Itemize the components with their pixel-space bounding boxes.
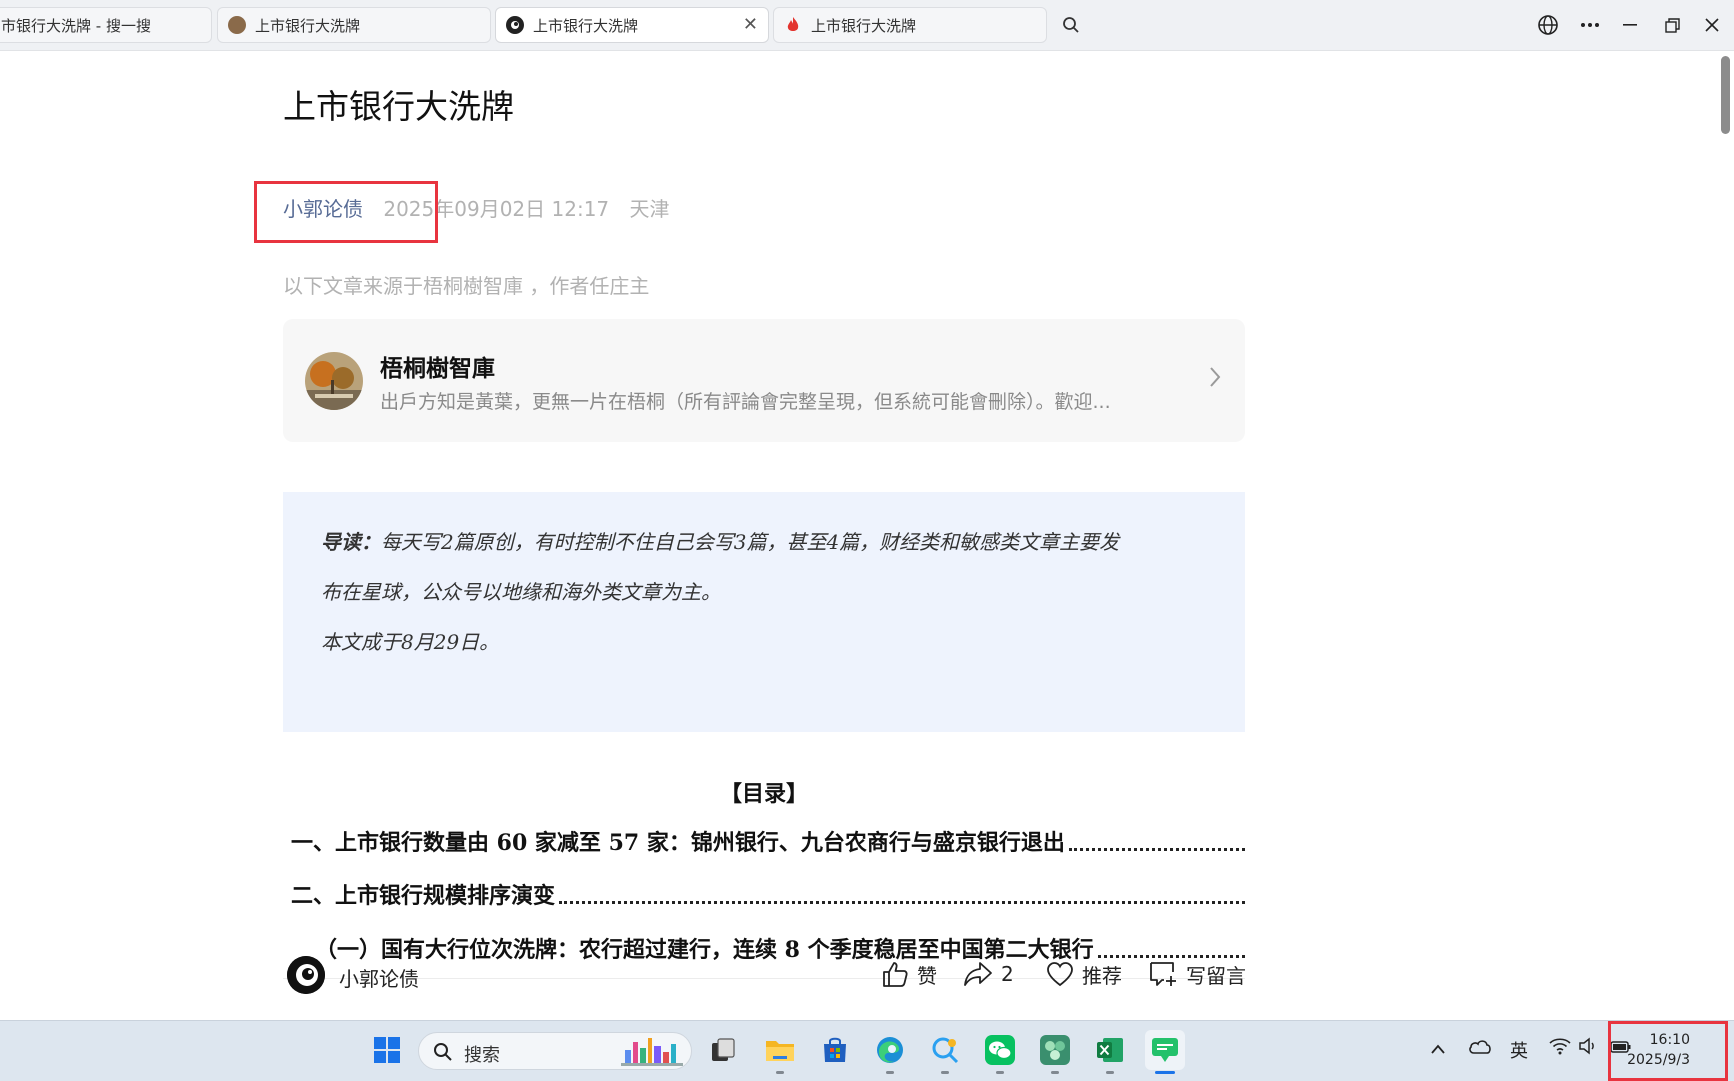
search-icon [1063, 17, 1079, 33]
running-indicator [886, 1071, 894, 1074]
taskbar-search[interactable]: 搜索 [418, 1032, 692, 1070]
more-options-icon[interactable] [1575, 10, 1605, 40]
like-label: 赞 [917, 963, 937, 988]
chevron-up-icon[interactable] [1430, 1039, 1446, 1060]
excel-icon[interactable] [1090, 1030, 1130, 1074]
app-hexagon-icon[interactable] [1035, 1030, 1075, 1074]
file-explorer-icon[interactable] [760, 1030, 800, 1074]
toc-item-text: 二、上市银行规模排序演变 [291, 883, 556, 909]
intro-line-3: 本文成于8月29日。 [321, 630, 500, 654]
tab-title: 市银行大洗牌 - 搜一搜 [1, 16, 151, 35]
share-button[interactable]: 2 [963, 957, 1014, 991]
running-indicator [776, 1071, 784, 1074]
running-indicator [1051, 1071, 1059, 1074]
account-favicon-icon [506, 16, 524, 34]
share-count: 2 [1001, 962, 1014, 986]
start-button[interactable] [367, 1030, 407, 1070]
page-scrollbar[interactable] [1716, 50, 1734, 1020]
active-indicator [1155, 1071, 1175, 1074]
task-view-icon[interactable] [703, 1030, 743, 1070]
footer-account-name[interactable]: 小郭论债 [339, 963, 419, 992]
wifi-icon[interactable] [1549, 1037, 1571, 1060]
comment-label: 写留言 [1186, 963, 1246, 988]
toc-item-text: 一、上市银行数量由 60 家减至 57 家：锦州银行、九台农商行与盛京银行退出 [291, 830, 1065, 856]
restore-button[interactable] [1657, 10, 1687, 40]
ime-indicator[interactable]: 英 [1510, 1037, 1528, 1063]
onedrive-cloud-icon[interactable] [1468, 1037, 1492, 1060]
city-skyline-icon [621, 1038, 683, 1066]
toc-item[interactable]: 二、上市银行规模排序演变 [291, 880, 1245, 910]
close-window-button[interactable] [1697, 10, 1727, 40]
account-card[interactable]: 梧桐樹智庫 出戶方知是黃葉，更無一片在梧桐（所有評論會完整呈現，但系統可能會刪除… [283, 319, 1245, 442]
publish-location: 天津 [629, 197, 670, 221]
toc-leader [1068, 848, 1245, 851]
running-indicator [996, 1071, 1004, 1074]
chat-search-icon[interactable] [925, 1030, 965, 1074]
toc-item[interactable]: 一、上市银行数量由 60 家减至 57 家：锦州银行、九台农商行与盛京银行退出 [291, 827, 1245, 857]
tab-article-3[interactable]: 上市银行大洗牌 [773, 7, 1047, 43]
thumbs-up-icon [883, 962, 908, 987]
toc-title: 【目录】 [719, 781, 808, 807]
wechat-icon[interactable] [980, 1030, 1020, 1074]
account-description: 出戶方知是黃葉，更無一片在梧桐（所有評論會完整呈現，但系統可能會刪除）。歡迎..… [380, 391, 1111, 413]
tab-title: 上市银行大洗牌 [533, 16, 639, 35]
intro-line-2: 布在星球，公众号以地缘和海外类文章为主。 [321, 580, 721, 604]
highlight-box-clock [1608, 1021, 1728, 1081]
share-icon [964, 962, 992, 986]
account-favicon-icon [228, 16, 246, 34]
windows-taskbar: 搜索 英 16:10 2025/9/3 [0, 1020, 1734, 1081]
tab-search-button[interactable] [1053, 7, 1089, 43]
taskbar-search-label: 搜索 [464, 1045, 500, 1066]
windows-logo-icon [374, 1037, 400, 1063]
tab-title: 上市银行大洗牌 [811, 16, 917, 35]
highlight-box-author [254, 181, 438, 243]
tab-article-active[interactable]: 上市银行大洗牌 ✕ [495, 7, 769, 43]
account-name: 梧桐樹智庫 [380, 356, 495, 382]
running-indicator [1106, 1071, 1114, 1074]
article-action-bar: 小郭论债 赞 2 推荐 写留言 [283, 945, 1246, 1005]
intro-label: 导读： [321, 530, 381, 554]
scrollbar-thumb[interactable] [1721, 56, 1730, 134]
chevron-right-icon [1209, 366, 1221, 392]
comment-button[interactable]: 写留言 [1148, 957, 1246, 991]
globe-icon[interactable] [1533, 10, 1563, 40]
microsoft-store-icon[interactable] [815, 1030, 855, 1070]
intro-box: 导读：每天写2篇原创，有时控制不住自己会写3篇，甚至4篇，财经类和敏感类文章主要… [283, 492, 1245, 732]
comment-add-icon [1150, 962, 1176, 986]
search-icon [434, 1043, 452, 1061]
intro-text: 每天写2篇原创，有时控制不住自己会写3篇，甚至4篇，财经类和敏感类文章主要发 [381, 530, 1120, 554]
like-button[interactable]: 赞 [881, 957, 937, 991]
source-note: 以下文章来源于梧桐樹智庫 ，作者任庄主 [283, 274, 650, 298]
recommend-label: 推荐 [1082, 963, 1122, 988]
flame-icon [784, 16, 802, 34]
volume-icon[interactable] [1578, 1037, 1598, 1060]
heart-icon [1047, 962, 1073, 987]
minimize-button[interactable] [1615, 10, 1645, 40]
toc-leader [559, 901, 1245, 904]
account-avatar [305, 352, 363, 410]
close-tab-icon[interactable]: ✕ [743, 16, 758, 34]
account-avatar[interactable] [287, 956, 325, 994]
article-title: 上市银行大洗牌 [283, 87, 514, 126]
running-indicator [941, 1071, 949, 1074]
edge-browser-icon[interactable] [870, 1030, 910, 1074]
browser-tab-bar: 市银行大洗牌 - 搜一搜 上市银行大洗牌 上市银行大洗牌 ✕ 上市银行大洗牌 [0, 0, 1734, 51]
messaging-app-icon[interactable] [1145, 1030, 1185, 1074]
tab-article-1[interactable]: 上市银行大洗牌 [217, 7, 491, 43]
intro-line-1: 导读：每天写2篇原创，有时控制不住自己会写3篇，甚至4篇，财经类和敏感类文章主要… [321, 526, 1119, 555]
recommend-button[interactable]: 推荐 [1046, 957, 1122, 991]
tab-search-results[interactable]: 市银行大洗牌 - 搜一搜 [0, 7, 212, 43]
tab-title: 上市银行大洗牌 [255, 16, 361, 35]
